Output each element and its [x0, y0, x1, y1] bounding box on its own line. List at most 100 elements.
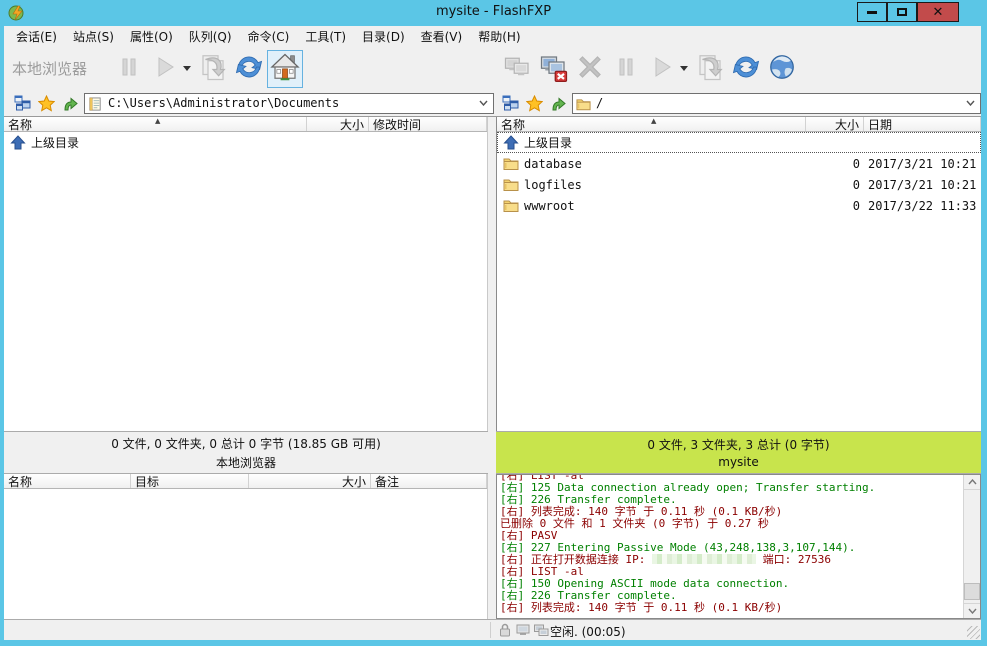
log-scrollbar[interactable]	[963, 475, 980, 618]
transfer-icon	[198, 52, 228, 86]
close-button[interactable]: ✕	[917, 2, 959, 22]
sort-ascending-icon: ▲	[651, 117, 656, 125]
queue-column-header-1[interactable]: 名称	[4, 474, 131, 488]
queue-column-label: 大小	[342, 474, 366, 488]
titlebar[interactable]: mysite - FlashFXP ✕	[0, 0, 987, 26]
masked-ip-address	[652, 554, 756, 564]
column-header-3[interactable]: 日期	[864, 117, 981, 131]
play-button[interactable]	[644, 50, 680, 88]
menu-item-2[interactable]: 站点(S)	[65, 26, 122, 47]
dropdown-arrow-icon[interactable]	[183, 64, 191, 74]
file-name: 上级目录	[524, 134, 572, 151]
file-name: logfiles	[524, 178, 582, 192]
flashfxp-window: mysite - FlashFXP ✕ 会话(E)站点(S)属性(O)队列(Q)…	[0, 0, 987, 646]
queue-column-label: 备注	[375, 474, 399, 488]
scrollbar-thumb[interactable]	[964, 583, 980, 600]
scroll-down-button[interactable]	[964, 603, 980, 618]
file-row[interactable]: 上级目录	[4, 132, 487, 153]
menu-item-7[interactable]: 目录(D)	[354, 26, 413, 47]
transfer-button[interactable]	[195, 50, 231, 88]
menu-item-3[interactable]: 属性(O)	[122, 26, 181, 47]
local-favorites-star-icon[interactable]	[36, 93, 56, 113]
column-header-2[interactable]: 大小	[806, 117, 864, 131]
home-icon	[270, 52, 300, 86]
remote-browse-network-icon[interactable]	[500, 93, 520, 113]
transfer-monitor-icon	[515, 622, 531, 642]
folder-icon	[503, 156, 519, 171]
pause-button[interactable]	[608, 50, 644, 88]
statusbar-separator	[490, 622, 491, 638]
menu-item-6[interactable]: 工具(T)	[297, 26, 354, 47]
remote-path-combobox[interactable]: /	[572, 93, 981, 114]
local-browse-network-icon[interactable]	[12, 93, 32, 113]
play-icon	[153, 55, 177, 83]
local-file-list: 名称▲ 大小修改时间上级目录	[4, 117, 488, 431]
local-up-directory-icon[interactable]	[60, 93, 80, 113]
local-path-combobox[interactable]: C:\Users\Administrator\Documents	[84, 93, 494, 114]
window-title: mysite - FlashFXP	[0, 4, 987, 19]
status-bar: 空闲. (00:05)	[4, 619, 981, 640]
pane-splitter[interactable]	[488, 117, 496, 619]
local-browser-label: 本地浏览器	[12, 58, 87, 79]
menu-item-8[interactable]: 查看(V)	[413, 26, 471, 47]
local-path-value: C:\Users\Administrator\Documents	[108, 96, 339, 110]
remote-favorites-star-icon[interactable]	[524, 93, 544, 113]
file-date-cell: 2017/3/22 11:33	[864, 199, 981, 213]
up-directory-icon	[10, 135, 26, 150]
local-summary-panel: 0 文件, 0 文件夹, 0 总计 0 字节 (18.85 GB 可用) 本地浏…	[4, 431, 488, 474]
local-path-dropdown-button[interactable]	[475, 95, 492, 112]
resize-grip[interactable]	[967, 626, 980, 639]
globe-button[interactable]	[764, 50, 800, 88]
abort-button[interactable]	[572, 50, 608, 88]
local-summary-text: 0 文件, 0 文件夹, 0 总计 0 字节 (18.85 GB 可用)	[4, 435, 488, 452]
refresh-button[interactable]	[231, 50, 267, 88]
column-header-label: 名称	[501, 117, 525, 131]
remote-up-directory-icon[interactable]	[548, 93, 568, 113]
transfer-button[interactable]	[692, 50, 728, 88]
local-path-item-icon	[88, 96, 103, 110]
queue-column-header-3[interactable]: 大小	[249, 474, 371, 488]
file-row[interactable]: 上级目录	[497, 132, 981, 153]
queue-column-header-2[interactable]: 目标	[131, 474, 249, 488]
column-header-1[interactable]: 名称 ▲	[497, 117, 806, 131]
dropdown-arrow-icon[interactable]	[680, 64, 688, 74]
up-directory-icon	[503, 135, 519, 150]
column-header-label: 名称	[8, 117, 32, 131]
file-row[interactable]: wwwroot02017/3/22 11:33	[497, 195, 981, 216]
column-header-3[interactable]: 修改时间	[369, 117, 487, 131]
queue-column-header-4[interactable]: 备注	[371, 474, 487, 488]
file-name-cell: 上级目录	[4, 134, 307, 151]
menu-item-5[interactable]: 命令(C)	[240, 26, 298, 47]
menu-bar: 会话(E)站点(S)属性(O)队列(Q)命令(C)工具(T)目录(D)查看(V)…	[4, 26, 981, 47]
home-button[interactable]	[267, 50, 303, 88]
local-summary-label: 本地浏览器	[4, 454, 488, 471]
remote-toolbar	[500, 47, 800, 90]
disconnect-button[interactable]	[536, 50, 572, 88]
column-header-2[interactable]: 大小	[307, 117, 369, 131]
list-header: 名称 ▲ 大小日期	[497, 117, 981, 132]
file-size-cell: 0	[806, 157, 864, 171]
play-icon	[650, 55, 674, 83]
session-log-panel: [右] LIST -al[右] 125 Data connection alre…	[496, 474, 981, 619]
minimize-button[interactable]	[857, 2, 887, 22]
pause-icon	[117, 55, 141, 83]
pause-button[interactable]	[111, 50, 147, 88]
column-header-label: 大小	[340, 117, 364, 131]
connect-button[interactable]	[500, 50, 536, 88]
remote-monitor-icon	[533, 622, 549, 642]
menu-item-4[interactable]: 队列(Q)	[181, 26, 240, 47]
scroll-up-button[interactable]	[964, 475, 980, 490]
lock-icon	[497, 622, 513, 642]
file-row[interactable]: database02017/3/21 10:21	[497, 153, 981, 174]
refresh-button[interactable]	[728, 50, 764, 88]
remote-path-dropdown-button[interactable]	[962, 95, 979, 112]
file-row[interactable]: logfiles02017/3/21 10:21	[497, 174, 981, 195]
menu-item-1[interactable]: 会话(E)	[8, 26, 65, 47]
column-header-label: 日期	[868, 117, 892, 131]
maximize-icon	[897, 8, 907, 16]
queue-column-label: 目标	[135, 474, 159, 488]
column-header-1[interactable]: 名称▲	[4, 117, 307, 131]
play-button[interactable]	[147, 50, 183, 88]
maximize-button[interactable]	[887, 2, 917, 22]
menu-item-9[interactable]: 帮助(H)	[470, 26, 528, 47]
